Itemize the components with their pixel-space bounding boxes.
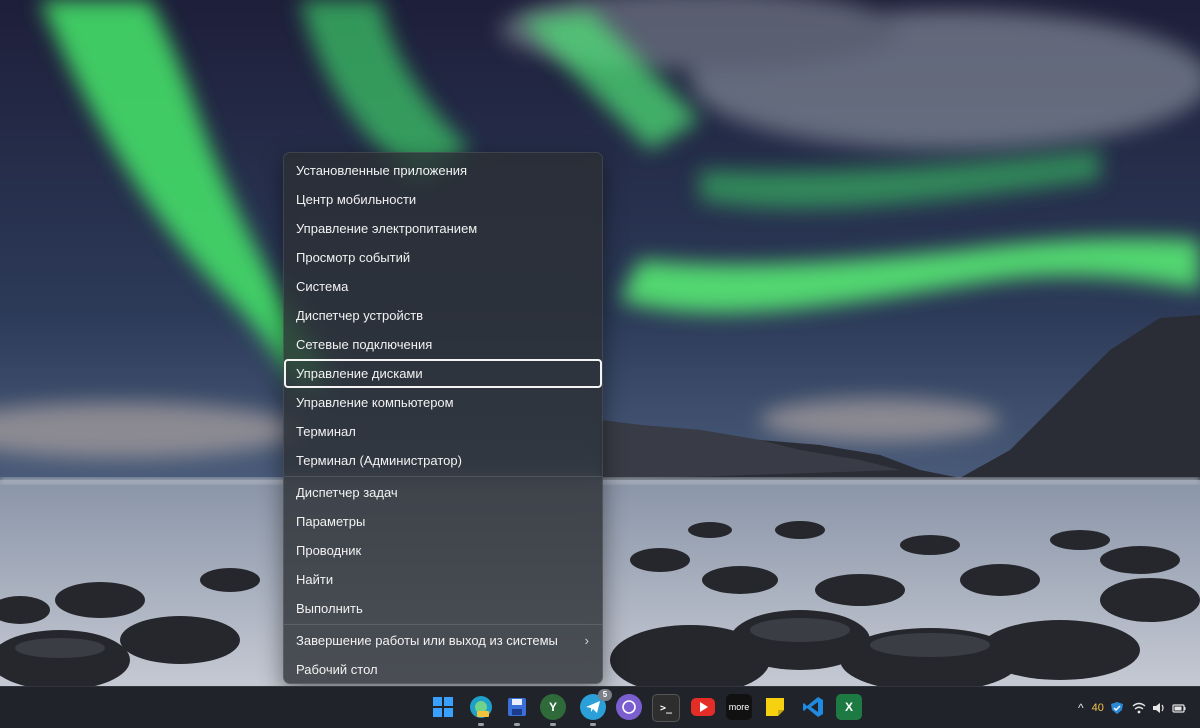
menu-item-network-connections[interactable]: Сетевые подключения [285, 330, 601, 359]
telegram-icon [586, 701, 600, 713]
youtube-icon [691, 698, 715, 716]
viber-icon [622, 700, 636, 714]
taskbar-viber[interactable] [616, 694, 642, 720]
battery-icon[interactable] [1172, 701, 1186, 715]
sticky-notes-icon [766, 698, 784, 716]
taskbar-telegram[interactable]: 5 [580, 689, 612, 726]
tray-overflow-chevron-icon[interactable]: ^ [1078, 701, 1084, 715]
menu-item-run[interactable]: Выполнить [285, 594, 601, 623]
floppy-icon [508, 698, 526, 716]
menu-item-power-options[interactable]: Управление электропитанием [285, 214, 601, 243]
security-shield-icon[interactable] [1110, 701, 1124, 715]
chevron-right-icon: › [584, 633, 589, 648]
menu-item-settings[interactable]: Параметры [285, 507, 601, 536]
menu-item-shutdown-label: Завершение работы или выход из системы [296, 633, 558, 648]
taskbar-edge[interactable] [468, 694, 494, 726]
windows-logo-icon [433, 697, 453, 717]
menu-item-file-explorer[interactable]: Проводник [285, 536, 601, 565]
running-indicator [478, 723, 484, 726]
menu-item-device-manager[interactable]: Диспетчер устройств [285, 301, 601, 330]
taskbar-excel[interactable]: X [836, 694, 862, 720]
winx-context-menu: Установленные приложения Центр мобильнос… [283, 152, 603, 684]
menu-item-computer-management[interactable]: Управление компьютером [285, 388, 601, 417]
running-indicator [590, 723, 596, 726]
menu-item-terminal[interactable]: Терминал [285, 417, 601, 446]
edge-icon [470, 696, 492, 718]
menu-item-task-manager[interactable]: Диспетчер задач [285, 478, 601, 507]
wifi-icon[interactable] [1132, 701, 1146, 715]
menu-item-shutdown-signout[interactable]: Завершение работы или выход из системы › [285, 626, 601, 655]
menu-item-search[interactable]: Найти [285, 565, 601, 594]
taskbar-more-app[interactable]: more [726, 694, 752, 720]
running-indicator [514, 723, 520, 726]
excel-icon: X [844, 700, 853, 714]
taskbar-sticky-notes[interactable] [762, 694, 788, 720]
tray-count[interactable]: 40 [1092, 702, 1104, 714]
start-button[interactable] [430, 694, 456, 720]
menu-item-desktop[interactable]: Рабочий стол [285, 655, 601, 684]
more-app-icon: more [728, 702, 750, 712]
menu-item-disk-management[interactable]: Управление дисками [284, 359, 602, 388]
taskbar-terminal[interactable]: >_ [652, 694, 680, 722]
terminal-icon: >_ [659, 702, 673, 714]
taskbar: Y 5 >_ more X ^ 40 [0, 686, 1200, 728]
menu-item-installed-apps[interactable]: Установленные приложения [285, 156, 601, 185]
menu-item-terminal-admin[interactable]: Терминал (Администратор) [285, 446, 601, 475]
menu-separator [284, 624, 602, 625]
taskbar-app-y[interactable]: Y [540, 694, 566, 726]
volume-icon[interactable] [1152, 701, 1166, 715]
taskbar-youtube[interactable] [690, 694, 716, 720]
running-indicator [550, 723, 556, 726]
menu-item-mobility-center[interactable]: Центр мобильности [285, 185, 601, 214]
vscode-icon [803, 697, 823, 717]
system-tray: ^ 40 [1078, 687, 1200, 728]
taskbar-vscode[interactable] [800, 694, 826, 720]
menu-separator [284, 476, 602, 477]
taskbar-save-app[interactable] [504, 694, 530, 726]
menu-item-event-viewer[interactable]: Просмотр событий [285, 243, 601, 272]
notification-badge: 5 [598, 689, 612, 701]
menu-item-system[interactable]: Система [285, 272, 601, 301]
leaf-icon: Y [548, 700, 557, 714]
